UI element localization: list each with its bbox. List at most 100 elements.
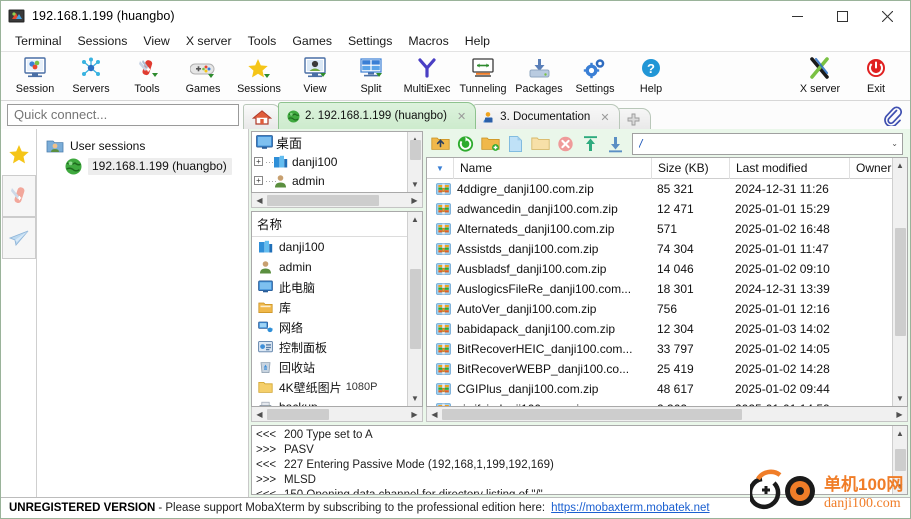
menu-tools[interactable]: Tools: [240, 32, 285, 51]
list-item[interactable]: admin: [252, 257, 407, 277]
parent-folder-icon[interactable]: [428, 132, 453, 156]
column-header-size[interactable]: Size (KB): [651, 158, 729, 179]
menu-sessions[interactable]: Sessions: [69, 32, 135, 51]
toolbar-help[interactable]: ? Help: [623, 53, 679, 100]
scroll-thumb[interactable]: [894, 228, 906, 336]
sidebar-user-sessions-root[interactable]: User sessions: [37, 135, 248, 156]
list-item[interactable]: 4K壁纸图片 1080P: [252, 377, 407, 397]
refresh-icon[interactable]: [453, 132, 478, 156]
table-row[interactable]: 4ddigre_danji100.com.zip 85 321 2024-12-31…: [427, 179, 892, 199]
attach-file-button[interactable]: [874, 101, 910, 129]
toolbar-split[interactable]: Split: [343, 53, 399, 100]
paper-plane-icon[interactable]: [1, 217, 36, 259]
new-tab-button[interactable]: [616, 108, 651, 129]
expander-icon[interactable]: +: [254, 176, 263, 185]
list-item[interactable]: 库: [252, 297, 407, 317]
list-item[interactable]: 此电脑: [252, 277, 407, 297]
scroll-thumb[interactable]: [409, 140, 421, 160]
menu-settings[interactable]: Settings: [340, 32, 400, 51]
sort-indicator-icon[interactable]: ▼: [427, 164, 453, 173]
scroll-left-icon[interactable]: ◀: [252, 194, 267, 207]
favorites-star-icon[interactable]: [2, 133, 36, 175]
menu-x-server[interactable]: X server: [178, 32, 240, 51]
file-list-vertical-scrollbar[interactable]: ▲ ▼: [892, 158, 907, 406]
toolbar-tunneling[interactable]: Tunneling: [455, 53, 511, 100]
new-folder-icon[interactable]: [478, 132, 503, 156]
log-vertical-scrollbar[interactable]: ▲ ▼: [892, 426, 907, 494]
toolbar-view[interactable]: View: [287, 53, 343, 100]
local-list-header[interactable]: 名称: [252, 212, 407, 237]
toolbar-session[interactable]: Session: [7, 53, 63, 100]
scroll-thumb[interactable]: [409, 269, 421, 349]
list-item[interactable]: backup: [252, 397, 407, 406]
scroll-up-icon[interactable]: ▲: [893, 158, 908, 173]
menu-help[interactable]: Help: [457, 32, 498, 51]
menu-games[interactable]: Games: [284, 32, 340, 51]
tree-row-this-pc[interactable]: + ···· 此电脑: [252, 190, 422, 192]
scroll-right-icon[interactable]: ▶: [892, 408, 907, 421]
table-row[interactable]: cjwjfsj_danji100.com.zip2 3622025-01-01 …: [427, 399, 892, 406]
local-list-horizontal-scrollbar[interactable]: ◀ ▶: [251, 407, 423, 422]
upload-icon[interactable]: [578, 132, 603, 156]
scroll-down-icon[interactable]: ▼: [408, 391, 423, 406]
toolbar-packages[interactable]: Packages: [511, 53, 567, 100]
scroll-thumb[interactable]: [442, 408, 742, 420]
table-row[interactable]: adwancedin_danji100.com.zip 12 471 2025-01…: [427, 199, 892, 219]
table-row[interactable]: CGIPlus_danji100.com.zip 48 617 2025-01-02…: [427, 379, 892, 399]
list-item[interactable]: 网络: [252, 317, 407, 337]
scroll-up-icon[interactable]: ▲: [408, 212, 423, 227]
chevron-down-icon[interactable]: ⌄: [891, 139, 898, 148]
scroll-down-icon[interactable]: ▼: [408, 177, 423, 192]
scroll-thumb[interactable]: [894, 449, 906, 471]
local-tree-horizontal-scrollbar[interactable]: ◀ ▶: [251, 193, 423, 208]
menu-view[interactable]: View: [135, 32, 177, 51]
list-item[interactable]: danji100: [252, 237, 407, 257]
toolbar-sessions[interactable]: Sessions: [231, 53, 287, 100]
new-file-icon[interactable]: [503, 132, 528, 156]
delete-icon[interactable]: [553, 132, 578, 156]
local-list-vertical-scrollbar[interactable]: ▲ ▼: [407, 212, 422, 406]
tab-close-icon[interactable]: ✕: [457, 110, 466, 123]
tab-close-icon[interactable]: ✕: [600, 111, 609, 124]
toolbar-settings[interactable]: Settings: [567, 53, 623, 100]
tools-knife-icon[interactable]: [1, 175, 36, 217]
table-row[interactable]: AutoVer_danji100.com.zip 756 2025-01-01 12…: [427, 299, 892, 319]
scroll-right-icon[interactable]: ▶: [407, 408, 422, 421]
file-list-horizontal-scrollbar[interactable]: ◀ ▶: [426, 407, 908, 422]
sidebar-session-192-168-1-199[interactable]: 192.168.1.199 (huangbo): [37, 156, 248, 177]
tree-row-danji100[interactable]: + ···· danji100: [252, 152, 422, 171]
tab-session-192-168-1-199[interactable]: 2. 192.168.1.199 (huangbo) ✕: [278, 102, 477, 129]
toolbar-games[interactable]: Games: [175, 53, 231, 100]
mobaxterm-website-link[interactable]: https://mobaxterm.mobatek.net: [551, 502, 710, 514]
column-header-owner[interactable]: Owner: [849, 158, 892, 179]
tree-row-desktop[interactable]: 桌面: [252, 133, 422, 152]
table-row[interactable]: BitRecoverHEIC_danji100.com... 33 797 2025…: [427, 339, 892, 359]
tab-documentation[interactable]: 3. Documentation ✕: [473, 104, 620, 129]
scroll-track[interactable]: [442, 408, 892, 421]
scroll-track[interactable]: [267, 194, 407, 207]
open-folder-icon[interactable]: [528, 132, 553, 156]
scroll-left-icon[interactable]: ◀: [427, 408, 442, 421]
maximize-button[interactable]: [820, 1, 865, 31]
scroll-thumb[interactable]: [267, 194, 379, 206]
list-item[interactable]: 回收站: [252, 357, 407, 377]
scroll-track[interactable]: [267, 408, 407, 421]
scroll-down-icon[interactable]: ▼: [893, 391, 908, 406]
toolbar-servers[interactable]: Servers: [63, 53, 119, 100]
column-header-last-modified[interactable]: Last modified: [729, 158, 849, 179]
tab-home[interactable]: [243, 104, 281, 129]
table-row[interactable]: BitRecoverWEBP_danji100.co... 25 419 2025-…: [427, 359, 892, 379]
minimize-button[interactable]: [775, 1, 820, 31]
column-header-name[interactable]: Name: [453, 158, 651, 179]
table-row[interactable]: Ausbladsf_danji100.com.zip 14 046 2025-01-…: [427, 259, 892, 279]
download-icon[interactable]: [603, 132, 628, 156]
toolbar-multiexec[interactable]: MultiExec: [399, 53, 455, 100]
table-row[interactable]: AuslogicsFileRe_danji100.com... 18 301 202…: [427, 279, 892, 299]
menu-macros[interactable]: Macros: [400, 32, 456, 51]
table-row[interactable]: babidapack_danji100.com.zip 12 304 2025-01…: [427, 319, 892, 339]
scroll-thumb[interactable]: [267, 408, 329, 420]
remote-path-input[interactable]: [632, 133, 903, 155]
toolbar-exit[interactable]: Exit: [848, 53, 904, 100]
quick-connect-input[interactable]: [7, 103, 239, 126]
toolbar-tools[interactable]: Tools: [119, 53, 175, 100]
